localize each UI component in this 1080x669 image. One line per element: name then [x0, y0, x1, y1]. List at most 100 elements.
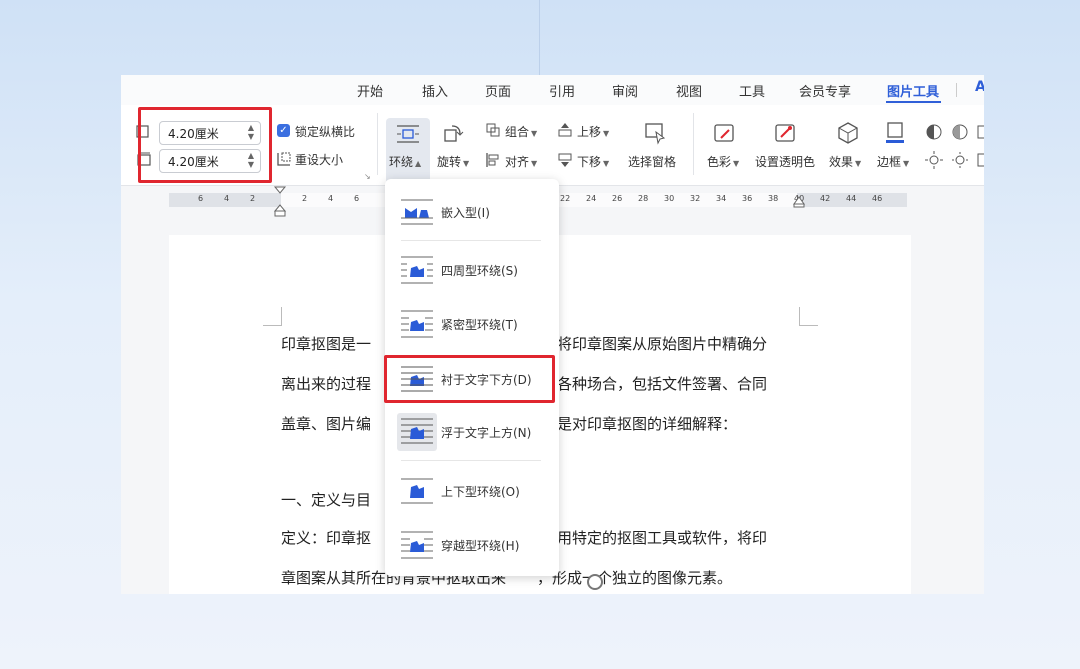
- rotate-handle-icon[interactable]: [587, 574, 603, 590]
- menu-separator: [401, 460, 541, 461]
- bring-forward-button[interactable]: 上移 ▼: [577, 123, 609, 140]
- ruler-tick: 30: [664, 194, 675, 203]
- wrap-option-tight-label: 紧密型环绕(T): [441, 318, 518, 332]
- ruler-tick: 6: [198, 194, 204, 203]
- ruler-tick: 2: [302, 194, 308, 203]
- wrap-option-in-front-text[interactable]: 浮于文字上方(N): [385, 411, 559, 451]
- wrap-button[interactable]: 环绕 ▲: [389, 153, 421, 170]
- ruler-tick: 36: [742, 194, 753, 203]
- menu-member[interactable]: 会员专享: [799, 81, 851, 100]
- wrap-option-inline[interactable]: 嵌入型(I): [385, 191, 559, 231]
- ruler-tick: 24: [586, 194, 597, 203]
- group-icon: [486, 123, 500, 137]
- group-label: 组合: [505, 125, 530, 139]
- menu-separator: [401, 240, 541, 241]
- wrap-option-tight[interactable]: 紧密型环绕(T): [385, 303, 559, 343]
- menu-home[interactable]: 开始: [357, 81, 383, 100]
- behind-text-highlight-box: [384, 355, 555, 403]
- doc-line-2-left: 离出来的过程: [281, 375, 372, 393]
- group-button[interactable]: 组合 ▼: [505, 123, 537, 140]
- ruler-tick: 34: [716, 194, 727, 203]
- brightness-decrease-icon[interactable]: [951, 151, 969, 169]
- tight-wrap-icon: [401, 310, 433, 338]
- doc-line-3-left: 盖章、图片编: [281, 415, 372, 433]
- wrap-option-in-front-text-label: 浮于文字上方(N): [441, 426, 532, 440]
- compress-icon[interactable]: [976, 151, 984, 169]
- doc-line-5-right: 用特定的抠图工具或软件，将印: [557, 529, 768, 547]
- crop-icon[interactable]: [976, 123, 984, 141]
- align-button[interactable]: 对齐 ▼: [505, 153, 537, 170]
- color-button[interactable]: 色彩 ▼: [707, 153, 739, 170]
- menu-bar: 开始 插入 页面 引用 审阅 视图 工具 会员专享 图片工具 A: [121, 75, 984, 105]
- ruler-tick: 4: [328, 194, 334, 203]
- doc-heading-1: 一、定义与目: [281, 491, 372, 509]
- ruler-tick: 4: [224, 194, 230, 203]
- send-backward-icon: [558, 153, 572, 167]
- menu-view[interactable]: 视图: [676, 81, 702, 100]
- picture-tools-ribbon: 4.20厘米 ▲ ▼ 4.20厘米 ▲ ▼ ✓ 锁定纵横比 重设大小 ↘ 环绕 ▲…: [121, 105, 984, 186]
- menu-picture-tools[interactable]: 图片工具: [887, 81, 939, 100]
- background-divider: [539, 0, 540, 75]
- menu-insert[interactable]: 插入: [422, 81, 448, 100]
- doc-line-3-right: 是对印章抠图的详细解释：: [557, 415, 738, 433]
- ruler-tick: 38: [768, 194, 779, 203]
- menu-separator: [956, 83, 957, 97]
- ruler-tick: 28: [638, 194, 649, 203]
- rotate-label: 旋转: [437, 155, 462, 169]
- rotate-button[interactable]: 旋转 ▼: [437, 153, 469, 170]
- square-wrap-icon: [401, 256, 433, 284]
- effects-button[interactable]: 效果 ▼: [829, 153, 861, 170]
- active-tab-indicator: [886, 101, 941, 103]
- border-label: 边框: [877, 155, 902, 169]
- wrap-option-top-bottom[interactable]: 上下型环绕(O): [385, 470, 559, 510]
- size-highlight-box: [138, 107, 272, 183]
- top-bottom-wrap-icon: [401, 478, 433, 504]
- ai-assistant-icon[interactable]: A: [975, 79, 984, 95]
- wrap-option-top-bottom-label: 上下型环绕(O): [441, 485, 520, 499]
- selection-pane-button[interactable]: 选择窗格: [628, 153, 676, 170]
- effects-icon: [838, 122, 858, 144]
- rotate-icon: [444, 125, 464, 142]
- bring-forward-icon: [558, 123, 572, 137]
- border-button[interactable]: 边框 ▼: [877, 153, 909, 170]
- border-icon: [886, 122, 904, 143]
- effects-label: 效果: [829, 155, 854, 169]
- size-dialog-launcher-icon[interactable]: ↘: [364, 172, 371, 181]
- wrap-option-square[interactable]: 四周型环绕(S): [385, 249, 559, 289]
- lock-ratio-checkbox[interactable]: ✓: [277, 124, 290, 137]
- ruler-tick: 22: [560, 194, 571, 203]
- menu-references[interactable]: 引用: [549, 81, 575, 100]
- doc-line-1-right: 将印章图案从原始图片中精确分: [557, 335, 768, 353]
- lock-ratio-label: 锁定纵横比: [295, 125, 356, 139]
- menu-tools[interactable]: 工具: [739, 81, 765, 100]
- doc-line-1-left: 印章抠图是一: [281, 335, 372, 353]
- brightness-increase-icon[interactable]: [925, 151, 943, 169]
- menu-page[interactable]: 页面: [485, 81, 511, 100]
- indent-marker-icon[interactable]: [273, 185, 287, 217]
- wrap-option-square-label: 四周型环绕(S): [441, 264, 518, 278]
- selection-pane-icon: [645, 123, 666, 145]
- ruler-tick: 44: [846, 194, 857, 203]
- contrast-increase-icon[interactable]: [925, 123, 943, 141]
- doc-line-6-right: ，形成一个独立的图像元素。: [537, 569, 733, 587]
- margin-corner-tl: [263, 307, 282, 326]
- reset-size-button[interactable]: 重设大小: [295, 151, 343, 168]
- bring-forward-label: 上移: [577, 125, 602, 139]
- reset-size-icon: [277, 152, 291, 166]
- color-icon: [714, 124, 734, 142]
- right-indent-marker-icon[interactable]: [793, 195, 805, 209]
- wrap-option-inline-label: 嵌入型(I): [441, 206, 490, 220]
- ruler-tick: 6: [354, 194, 360, 203]
- align-icon: [486, 153, 499, 167]
- doc-line-2-right: 各种场合，包括文件签署、合同: [557, 375, 768, 393]
- set-transparent-color-button[interactable]: 设置透明色: [755, 153, 815, 170]
- menu-review[interactable]: 审阅: [612, 81, 638, 100]
- ruler-tick: 46: [872, 194, 883, 203]
- contrast-decrease-icon[interactable]: [951, 123, 969, 141]
- inline-wrap-icon: [401, 199, 433, 225]
- color-label: 色彩: [707, 155, 732, 169]
- wrap-option-through[interactable]: 穿越型环绕(H): [385, 524, 559, 564]
- wrap-text-icon: [397, 125, 419, 143]
- ruler-tick: 42: [820, 194, 831, 203]
- send-backward-button[interactable]: 下移 ▼: [577, 153, 609, 170]
